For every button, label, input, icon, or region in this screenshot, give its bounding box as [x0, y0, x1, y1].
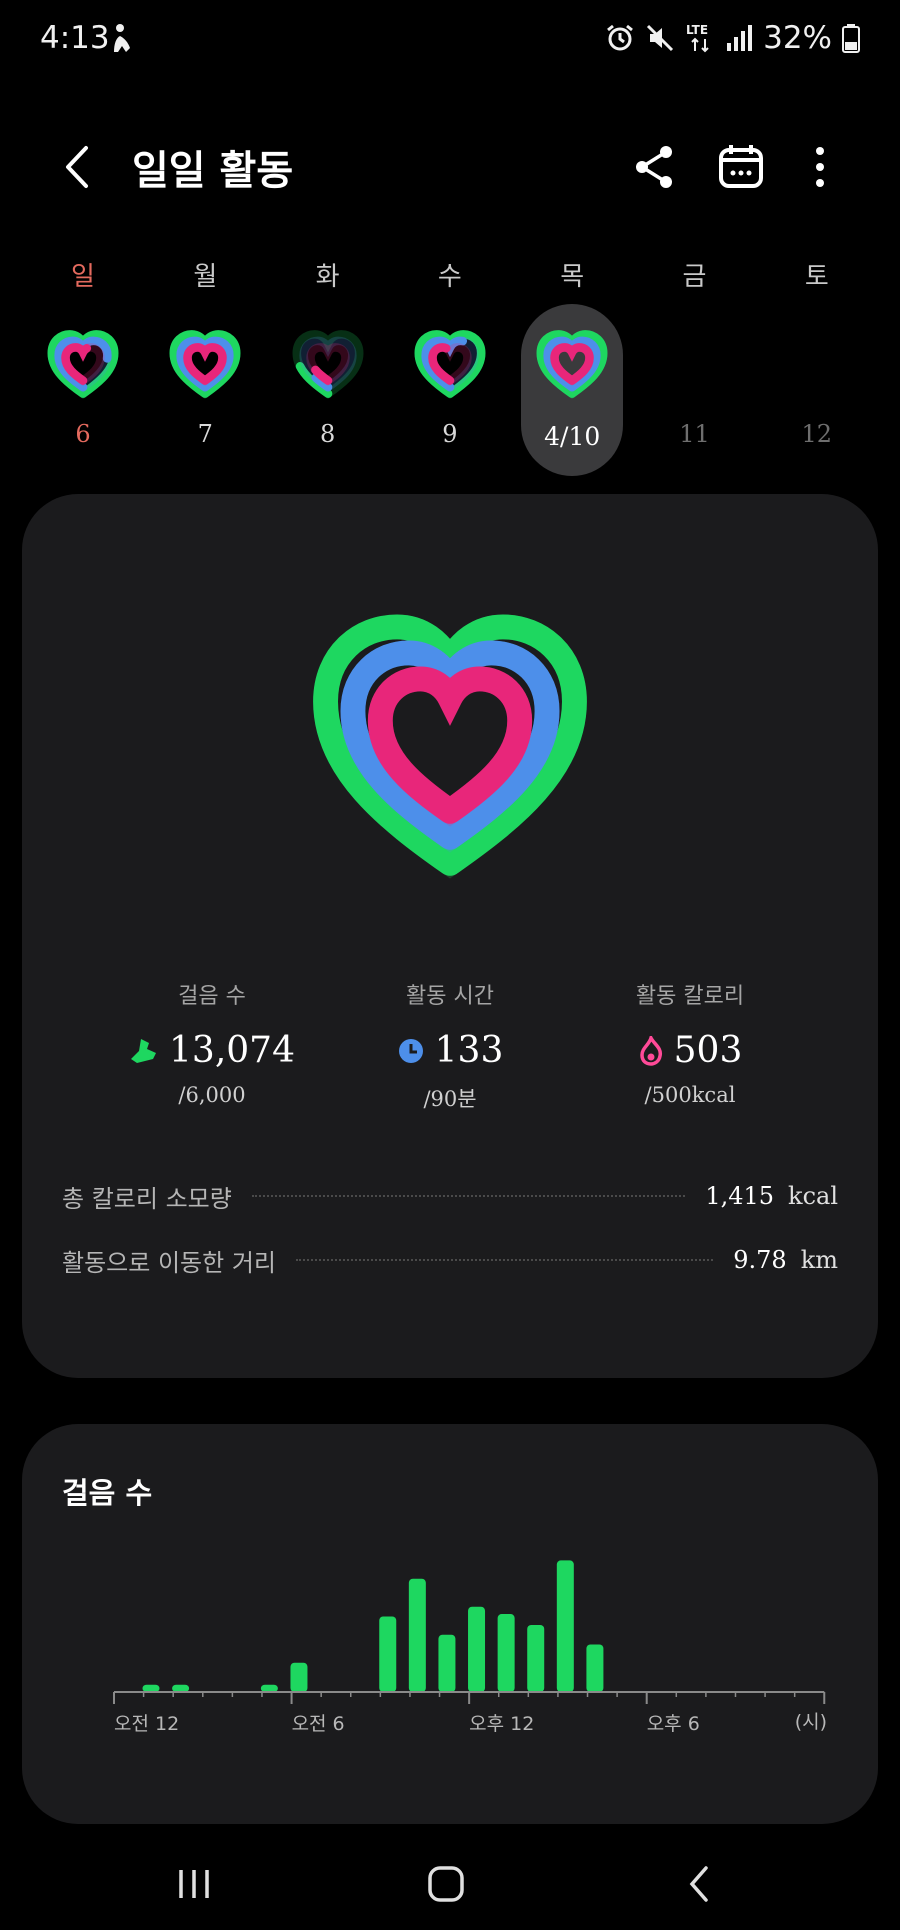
stat-active-calories-value: 503 [673, 1030, 743, 1071]
day-date: 9 [442, 420, 458, 448]
summary-label: 활동으로 이동한 거리 [62, 1248, 276, 1277]
x-tick-label-0: 오전 12 [114, 1713, 179, 1735]
day-date: 6 [75, 420, 91, 448]
stat-active-time-goal: /90분 [423, 1087, 477, 1111]
summary-distance: 활동으로 이동한 거리 9.78 km [62, 1240, 838, 1280]
day-date: 7 [197, 420, 213, 448]
stat-active-time-value: 133 [434, 1030, 504, 1071]
day-date: 11 [679, 420, 710, 448]
status-time: 4:13 [40, 20, 110, 56]
summary-value: 9.78 [733, 1246, 787, 1274]
steps-bar-2 [260, 1684, 278, 1692]
summary-unit: kcal [788, 1182, 838, 1210]
steps-bar-chart: 오전 12 오전 6 오후 12 오후 6 (시) [113, 1560, 827, 1735]
steps-bar-3 [290, 1662, 308, 1692]
stat-active-time-label: 활동 시간 [406, 984, 494, 1009]
activity-stats: 걸음 수 13,074 /6,000 활동 시간 133 /90분 활동 칼로리 [22, 978, 878, 1111]
summary-total-calories: 총 칼로리 소모량 1,415 kcal [62, 1176, 838, 1216]
day-name: 월 [193, 262, 218, 292]
day-6: 토 12 [756, 250, 878, 480]
day-name: 목 [560, 262, 585, 292]
stat-steps[interactable]: 걸음 수 13,074 /6,000 [82, 978, 342, 1107]
shoe-icon [131, 1038, 157, 1063]
day-name: 화 [315, 262, 340, 292]
day-2[interactable]: 화8 [267, 250, 389, 480]
svg-text:LTE: LTE [686, 23, 708, 37]
day-name: 토 [804, 262, 829, 292]
calendar-icon[interactable] [714, 140, 768, 194]
steps-bar-8 [497, 1614, 515, 1692]
stat-active-calories-label: 활동 칼로리 [635, 984, 745, 1009]
steps-bar-10 [556, 1560, 574, 1692]
stat-steps-value: 13,074 [169, 1030, 295, 1071]
day-date: 8 [319, 420, 336, 448]
day-5: 금 11 [634, 250, 756, 480]
calories-ring [550, 343, 594, 386]
battery-icon [842, 24, 860, 53]
x-tick-label-1: 오전 6 [292, 1713, 345, 1735]
daily-activity-card: 걸음 수 13,074 /6,000 활동 시간 133 /90분 활동 칼로리 [22, 494, 878, 1378]
dotted-leader [251, 1195, 686, 1197]
steps-bar-7 [468, 1606, 486, 1692]
steps-chart-title: 걸음 수 [62, 1476, 153, 1510]
home-icon[interactable] [406, 1854, 486, 1914]
stat-active-calories-goal: /500kcal [644, 1083, 736, 1107]
navigation-bar [0, 1840, 900, 1930]
day-activity-rings-icon [47, 330, 119, 399]
day-0[interactable]: 일6 [22, 250, 144, 480]
more-icon[interactable] [792, 140, 846, 194]
stat-active-calories[interactable]: 활동 칼로리 503 /500kcal [560, 978, 820, 1107]
recent-apps-icon[interactable] [154, 1854, 234, 1914]
x-tick-label-3: 오후 6 [647, 1713, 700, 1735]
day-date: 12 [801, 420, 833, 448]
lte-icon: LTE [686, 23, 709, 53]
steps-bar-4 [379, 1616, 397, 1692]
status-bar: 4:13 LTE 32% [0, 0, 900, 80]
summary-unit: km [800, 1246, 838, 1274]
day-name: 일 [71, 262, 95, 292]
dotted-leader [295, 1259, 714, 1261]
x-axis-unit-label: (시) [795, 1711, 827, 1733]
steps-bar-0 [142, 1684, 160, 1692]
share-icon[interactable] [628, 140, 682, 194]
stat-steps-goal: /6,000 [178, 1083, 246, 1107]
day-date: 4/10 [544, 422, 601, 451]
day-activity-rings-icon [536, 330, 608, 399]
steps-bar-6 [438, 1634, 456, 1692]
signal-icon [727, 25, 753, 51]
steps-bar-11 [586, 1644, 604, 1692]
accessibility-icon [114, 24, 130, 52]
day-4[interactable]: 목 4/10 [511, 250, 633, 480]
page-title: 일일 활동 [132, 148, 294, 194]
steps-bar-1 [172, 1684, 190, 1692]
back-icon[interactable] [50, 132, 110, 202]
x-tick-label-2: 오후 12 [469, 1713, 534, 1735]
week-selector: 일 6 월 7 화 8 수 9 목 4/10 금 11 토 12 [22, 250, 878, 480]
summary-value: 1,415 [705, 1182, 775, 1210]
day-name: 수 [437, 262, 462, 292]
day-3[interactable]: 수9 [389, 250, 511, 480]
stat-steps-label: 걸음 수 [178, 984, 246, 1009]
steps-bar-9 [527, 1625, 545, 1692]
back-nav-icon[interactable] [660, 1854, 740, 1914]
summary-label: 총 칼로리 소모량 [62, 1184, 232, 1213]
day-activity-rings-icon [414, 330, 486, 399]
steps-bar-5 [408, 1578, 426, 1692]
day-activity-rings-icon [169, 330, 241, 399]
clock-icon [398, 1038, 423, 1063]
battery-text: 32% [763, 20, 832, 56]
activity-rings-heart-icon [313, 614, 587, 879]
day-1[interactable]: 월7 [144, 250, 266, 480]
flame-icon [639, 1035, 662, 1066]
calories-ring [183, 343, 228, 386]
steps-chart-card[interactable]: 걸음 수 오전 12 오전 6 오후 12 오후 6 (시) [22, 1424, 878, 1824]
alarm-icon [607, 24, 634, 51]
day-activity-rings-icon [292, 330, 364, 399]
day-name: 금 [682, 262, 707, 292]
stat-active-time[interactable]: 활동 시간 133 /90분 [320, 978, 580, 1113]
mute-icon [647, 24, 674, 52]
